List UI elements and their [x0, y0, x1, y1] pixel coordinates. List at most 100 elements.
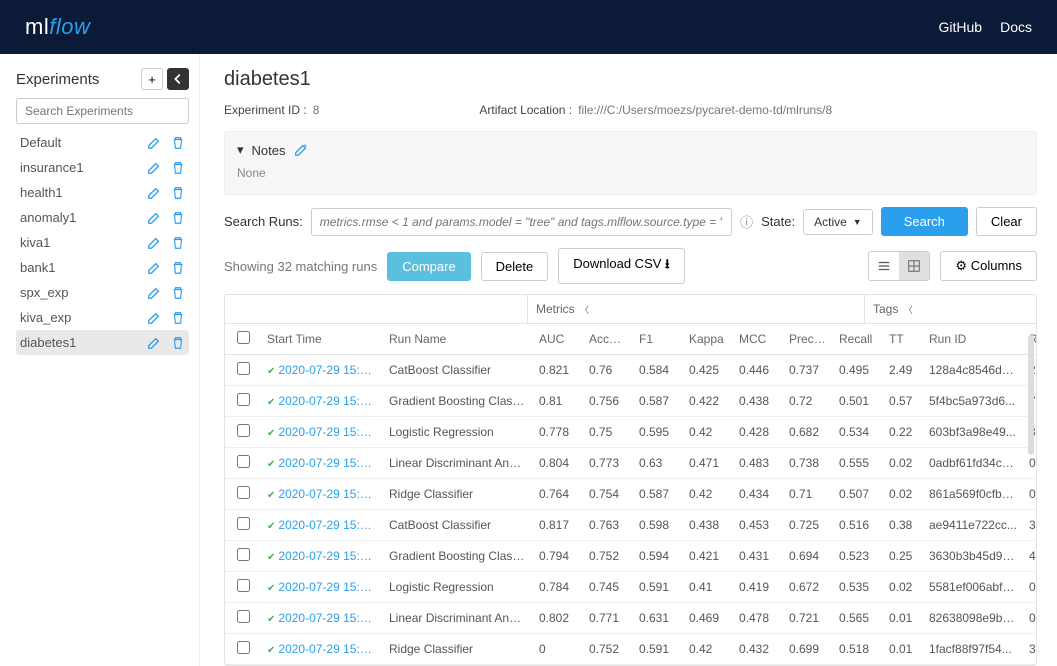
notes-body: None	[237, 166, 1024, 180]
table-row[interactable]: ✔2020-07-29 15:26:07Gradient Boosting Cl…	[225, 386, 1037, 417]
caret-down-icon[interactable]: ▾	[237, 142, 244, 158]
status-success-icon: ✔	[267, 645, 275, 656]
trash-icon[interactable]	[171, 336, 185, 350]
trash-icon[interactable]	[171, 186, 185, 200]
table-row[interactable]: ✔2020-07-29 15:25:11Ridge Classifier00.7…	[225, 634, 1037, 665]
row-checkbox[interactable]	[237, 486, 250, 499]
col-recall[interactable]: Recall	[833, 324, 883, 355]
github-link[interactable]: GitHub	[939, 19, 983, 35]
row-checkbox[interactable]	[237, 517, 250, 530]
col-start-time[interactable]: Start Time	[261, 324, 383, 355]
search-runs-input[interactable]	[311, 208, 732, 236]
cell-start-time[interactable]: ✔2020-07-29 15:26:07	[261, 386, 383, 417]
search-help-icon[interactable]: ⓘ	[740, 212, 753, 231]
table-row[interactable]: ✔2020-07-29 15:26:36CatBoost Classifier0…	[225, 355, 1037, 386]
list-view-button[interactable]	[869, 252, 899, 280]
table-row[interactable]: ✔2020-07-29 15:25:55Linear Discriminant …	[225, 448, 1037, 479]
edit-icon[interactable]	[147, 311, 161, 325]
grid-view-button[interactable]	[899, 252, 929, 280]
trash-icon[interactable]	[171, 261, 185, 275]
sidebar-item-kiva1[interactable]: kiva1	[16, 230, 189, 255]
trash-icon[interactable]	[171, 211, 185, 225]
cell-start-time[interactable]: ✔2020-07-29 15:25:53	[261, 510, 383, 541]
sidebar-item-bank1[interactable]: bank1	[16, 255, 189, 280]
col-kappa[interactable]: Kappa	[683, 324, 733, 355]
cell-accuracy: 0.773	[583, 448, 633, 479]
edit-icon[interactable]	[147, 336, 161, 350]
cell-run-id: ae9411e722cc...	[923, 510, 1023, 541]
columns-button[interactable]: ⚙ Columns	[940, 251, 1037, 281]
select-all-checkbox[interactable]	[237, 331, 250, 344]
sidebar-item-spx_exp[interactable]: spx_exp	[16, 280, 189, 305]
edit-icon[interactable]	[147, 211, 161, 225]
cell-start-time[interactable]: ✔2020-07-29 15:25:13	[261, 572, 383, 603]
cell-start-time[interactable]: ✔2020-07-29 15:26:36	[261, 355, 383, 386]
table-row[interactable]: ✔2020-07-29 15:25:53CatBoost Classifier0…	[225, 510, 1037, 541]
tags-group-header[interactable]: Tags	[873, 302, 898, 316]
row-checkbox[interactable]	[237, 579, 250, 592]
docs-link[interactable]: Docs	[1000, 19, 1032, 35]
cell-auc: 0.778	[533, 417, 583, 448]
col-accuracy[interactable]: Accuracy	[583, 324, 633, 355]
edit-icon[interactable]	[147, 161, 161, 175]
row-checkbox[interactable]	[237, 641, 250, 654]
search-experiments-input[interactable]	[16, 98, 189, 124]
edit-icon[interactable]	[147, 261, 161, 275]
row-checkbox[interactable]	[237, 548, 250, 561]
col-run-id[interactable]: Run ID	[923, 324, 1023, 355]
cell-start-time[interactable]: ✔2020-07-29 15:25:12	[261, 603, 383, 634]
col-f1[interactable]: F1	[633, 324, 683, 355]
sidebar-item-diabetes1[interactable]: diabetes1	[16, 330, 189, 355]
cell-accuracy: 0.745	[583, 572, 633, 603]
edit-icon[interactable]	[147, 236, 161, 250]
cell-run-time: 0.96	[1023, 572, 1037, 603]
col-run-name[interactable]: Run Name	[383, 324, 533, 355]
sidebar-title: Experiments	[16, 71, 137, 88]
trash-icon[interactable]	[171, 136, 185, 150]
search-button[interactable]: Search	[881, 207, 968, 236]
metrics-group-header[interactable]: Metrics	[536, 302, 575, 316]
compare-button[interactable]: Compare	[387, 252, 470, 281]
cell-start-time[interactable]: ✔2020-07-29 15:25:18	[261, 541, 383, 572]
sidebar-item-kiva_exp[interactable]: kiva_exp	[16, 305, 189, 330]
edit-icon[interactable]	[147, 136, 161, 150]
table-row[interactable]: ✔2020-07-29 15:25:12Linear Discriminant …	[225, 603, 1037, 634]
sidebar-item-insurance1[interactable]: insurance1	[16, 155, 189, 180]
row-checkbox[interactable]	[237, 424, 250, 437]
cell-start-time[interactable]: ✔2020-07-29 15:25:54	[261, 479, 383, 510]
col-precision[interactable]: Precisio	[783, 324, 833, 355]
cell-start-time[interactable]: ✔2020-07-29 15:25:11	[261, 634, 383, 665]
trash-icon[interactable]	[171, 311, 185, 325]
col-auc[interactable]: AUC	[533, 324, 583, 355]
trash-icon[interactable]	[171, 236, 185, 250]
table-row[interactable]: ✔2020-07-29 15:25:59Logistic Regression0…	[225, 417, 1037, 448]
cell-start-time[interactable]: ✔2020-07-29 15:25:55	[261, 448, 383, 479]
row-checkbox[interactable]	[237, 610, 250, 623]
download-csv-button[interactable]: Download CSV ⭳	[558, 248, 684, 284]
table-row[interactable]: ✔2020-07-29 15:25:18Gradient Boosting Cl…	[225, 541, 1037, 572]
edit-icon[interactable]	[147, 186, 161, 200]
collapse-sidebar-button[interactable]	[167, 68, 189, 90]
col-mcc[interactable]: MCC	[733, 324, 783, 355]
sidebar-item-anomaly1[interactable]: anomaly1	[16, 205, 189, 230]
row-checkbox[interactable]	[237, 455, 250, 468]
clear-button[interactable]: Clear	[976, 207, 1037, 236]
state-dropdown[interactable]: Active▼	[803, 209, 873, 235]
sidebar-item-default[interactable]: Default	[16, 130, 189, 155]
row-checkbox[interactable]	[237, 362, 250, 375]
row-checkbox[interactable]	[237, 393, 250, 406]
scrollbar[interactable]	[1028, 335, 1034, 455]
sidebar-item-health1[interactable]: health1	[16, 180, 189, 205]
edit-notes-icon[interactable]	[294, 143, 308, 157]
sidebar-item-label: anomaly1	[20, 210, 147, 225]
edit-icon[interactable]	[147, 286, 161, 300]
col-tt[interactable]: TT	[883, 324, 923, 355]
table-row[interactable]: ✔2020-07-29 15:25:54Ridge Classifier0.76…	[225, 479, 1037, 510]
add-experiment-button[interactable]: +	[141, 68, 163, 90]
cell-start-time[interactable]: ✔2020-07-29 15:25:59	[261, 417, 383, 448]
trash-icon[interactable]	[171, 286, 185, 300]
trash-icon[interactable]	[171, 161, 185, 175]
delete-button[interactable]: Delete	[481, 252, 549, 281]
table-row[interactable]: ✔2020-07-29 15:25:13Logistic Regression0…	[225, 572, 1037, 603]
chevron-left-icon: 〈	[904, 305, 913, 315]
